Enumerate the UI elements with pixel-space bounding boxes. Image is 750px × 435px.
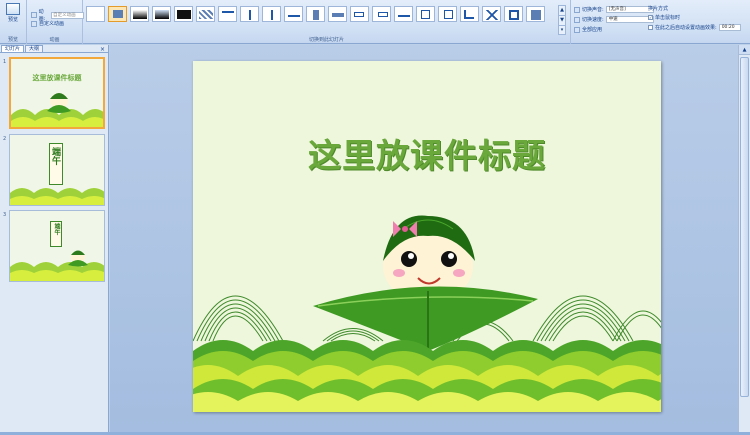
current-slide[interactable]: 这里放课件标题 [193, 61, 661, 412]
preview-group-label: 预览 [7, 37, 18, 43]
transition-split-horizontal[interactable] [328, 6, 347, 22]
tab-slides[interactable]: 幻灯片 [1, 45, 25, 52]
slide-number: 1 [3, 59, 7, 65]
auto-advance-checkbox[interactable] [648, 25, 653, 30]
transition-sound-row: 切换声音: [无声音] [574, 6, 654, 13]
on-click-row[interactable]: ✓ 单击鼠标时 [648, 14, 680, 21]
animation-group: 动画: 自定义动画 自定义动画 动画 [27, 0, 84, 44]
apply-all-button[interactable]: 全部应用 [574, 26, 602, 33]
slide-number: 2 [3, 136, 7, 142]
transition-zoom[interactable] [526, 6, 545, 22]
transition-box-out[interactable] [504, 6, 523, 22]
transition-cover-up[interactable] [460, 6, 479, 22]
transition-wipe-down[interactable] [218, 6, 237, 22]
preview-group: 预览 预览 [0, 0, 27, 44]
scroll-thumb[interactable] [740, 57, 749, 397]
transition-fade[interactable] [108, 6, 127, 22]
transition-split-vertical[interactable] [306, 6, 325, 22]
custom-animation-button[interactable]: 自定义动画 [31, 20, 64, 27]
preview-label: 预览 [7, 17, 18, 23]
animation-icon [31, 12, 37, 18]
transition-wipe-left[interactable] [240, 6, 259, 22]
on-click-checkbox[interactable]: ✓ [648, 15, 653, 20]
transition-uncover-left[interactable] [350, 6, 369, 22]
advance-title: 换片方式 [648, 6, 669, 12]
transition-cut-black[interactable] [174, 6, 193, 22]
auto-advance-time[interactable]: 00:20 [718, 24, 741, 31]
auto-advance-label: 在此之后自动设置动画效果: [655, 25, 717, 31]
transition-speed-label: 切换速度: [582, 17, 604, 23]
close-panel-icon[interactable]: × [100, 46, 105, 53]
gallery-scroll[interactable]: ▲ ▼ ▾ [558, 5, 566, 35]
thumb-art [10, 250, 104, 281]
transition-wipe-right[interactable] [262, 6, 281, 22]
transition-speed-select[interactable]: 中速 [605, 16, 654, 23]
preview-icon [6, 3, 20, 15]
preview-button[interactable]: 预览 [3, 3, 23, 29]
transition-gallery [86, 6, 545, 22]
custom-animation-label: 自定义动画 [39, 21, 65, 27]
thumb-art [10, 188, 104, 205]
transition-cover-down[interactable] [394, 6, 413, 22]
gallery-more-icon[interactable]: ▾ [559, 26, 565, 36]
transition-sound-select[interactable]: [无声音] [605, 6, 654, 13]
tab-outline[interactable]: 大纲 [25, 45, 44, 52]
speed-icon [574, 16, 580, 23]
transition-cover-left[interactable] [416, 6, 435, 22]
transition-fade-black[interactable] [130, 6, 149, 22]
transition-cut[interactable] [152, 6, 171, 22]
transition-uncover-right[interactable] [372, 6, 391, 22]
animation-group-label: 动画 [49, 37, 60, 43]
slide-title[interactable]: 这里放课件标题 [193, 129, 661, 177]
transition-sound-label: 切换声音: [582, 7, 604, 13]
transition-box-in[interactable] [482, 6, 501, 22]
slide-number: 3 [3, 212, 7, 218]
slides-panel: 幻灯片 大纲 × 1 这里放课件标题 2 端午 3 端午 [0, 45, 109, 432]
ribbon: 预览 预览 动画: 自定义动画 自定义动画 动画 切换到此幻灯片 ▲ ▼ ▾ 切… [0, 0, 750, 44]
transition-cover-right[interactable] [438, 6, 457, 22]
auto-advance-row: 在此之后自动设置动画效果: 00:20 [648, 24, 741, 31]
advance-title-row: 换片方式 [648, 5, 668, 12]
transition-dissolve[interactable] [196, 6, 215, 22]
apply-all-icon [574, 26, 580, 33]
gallery-down-icon[interactable]: ▼ [559, 16, 565, 26]
slide-thumbnail-3[interactable]: 端午 [9, 210, 105, 282]
transition-wipe-up[interactable] [284, 6, 303, 22]
scroll-up-icon[interactable]: ▲ [739, 45, 750, 55]
thumb-art [11, 93, 103, 127]
panel-tabs: 幻灯片 大纲 [0, 45, 108, 53]
custom-animation-icon [31, 20, 37, 27]
slide-background-art [193, 215, 661, 412]
gallery-up-icon[interactable]: ▲ [559, 6, 565, 16]
sound-icon [574, 6, 580, 13]
transition-speed-row: 切换速度: 中速 [574, 16, 654, 23]
on-click-label: 单击鼠标时 [655, 15, 681, 21]
animation-select[interactable]: 自定义动画 [51, 11, 84, 19]
slide-thumbnail-1[interactable]: 这里放课件标题 [9, 57, 105, 129]
transition-none[interactable] [86, 6, 105, 22]
transition-group-label: 切换到此幻灯片 [308, 37, 344, 43]
apply-all-label: 全部应用 [582, 27, 603, 33]
vertical-scrollbar[interactable]: ▲ [738, 45, 750, 432]
slide-thumbnail-2[interactable]: 端午 [9, 134, 105, 206]
